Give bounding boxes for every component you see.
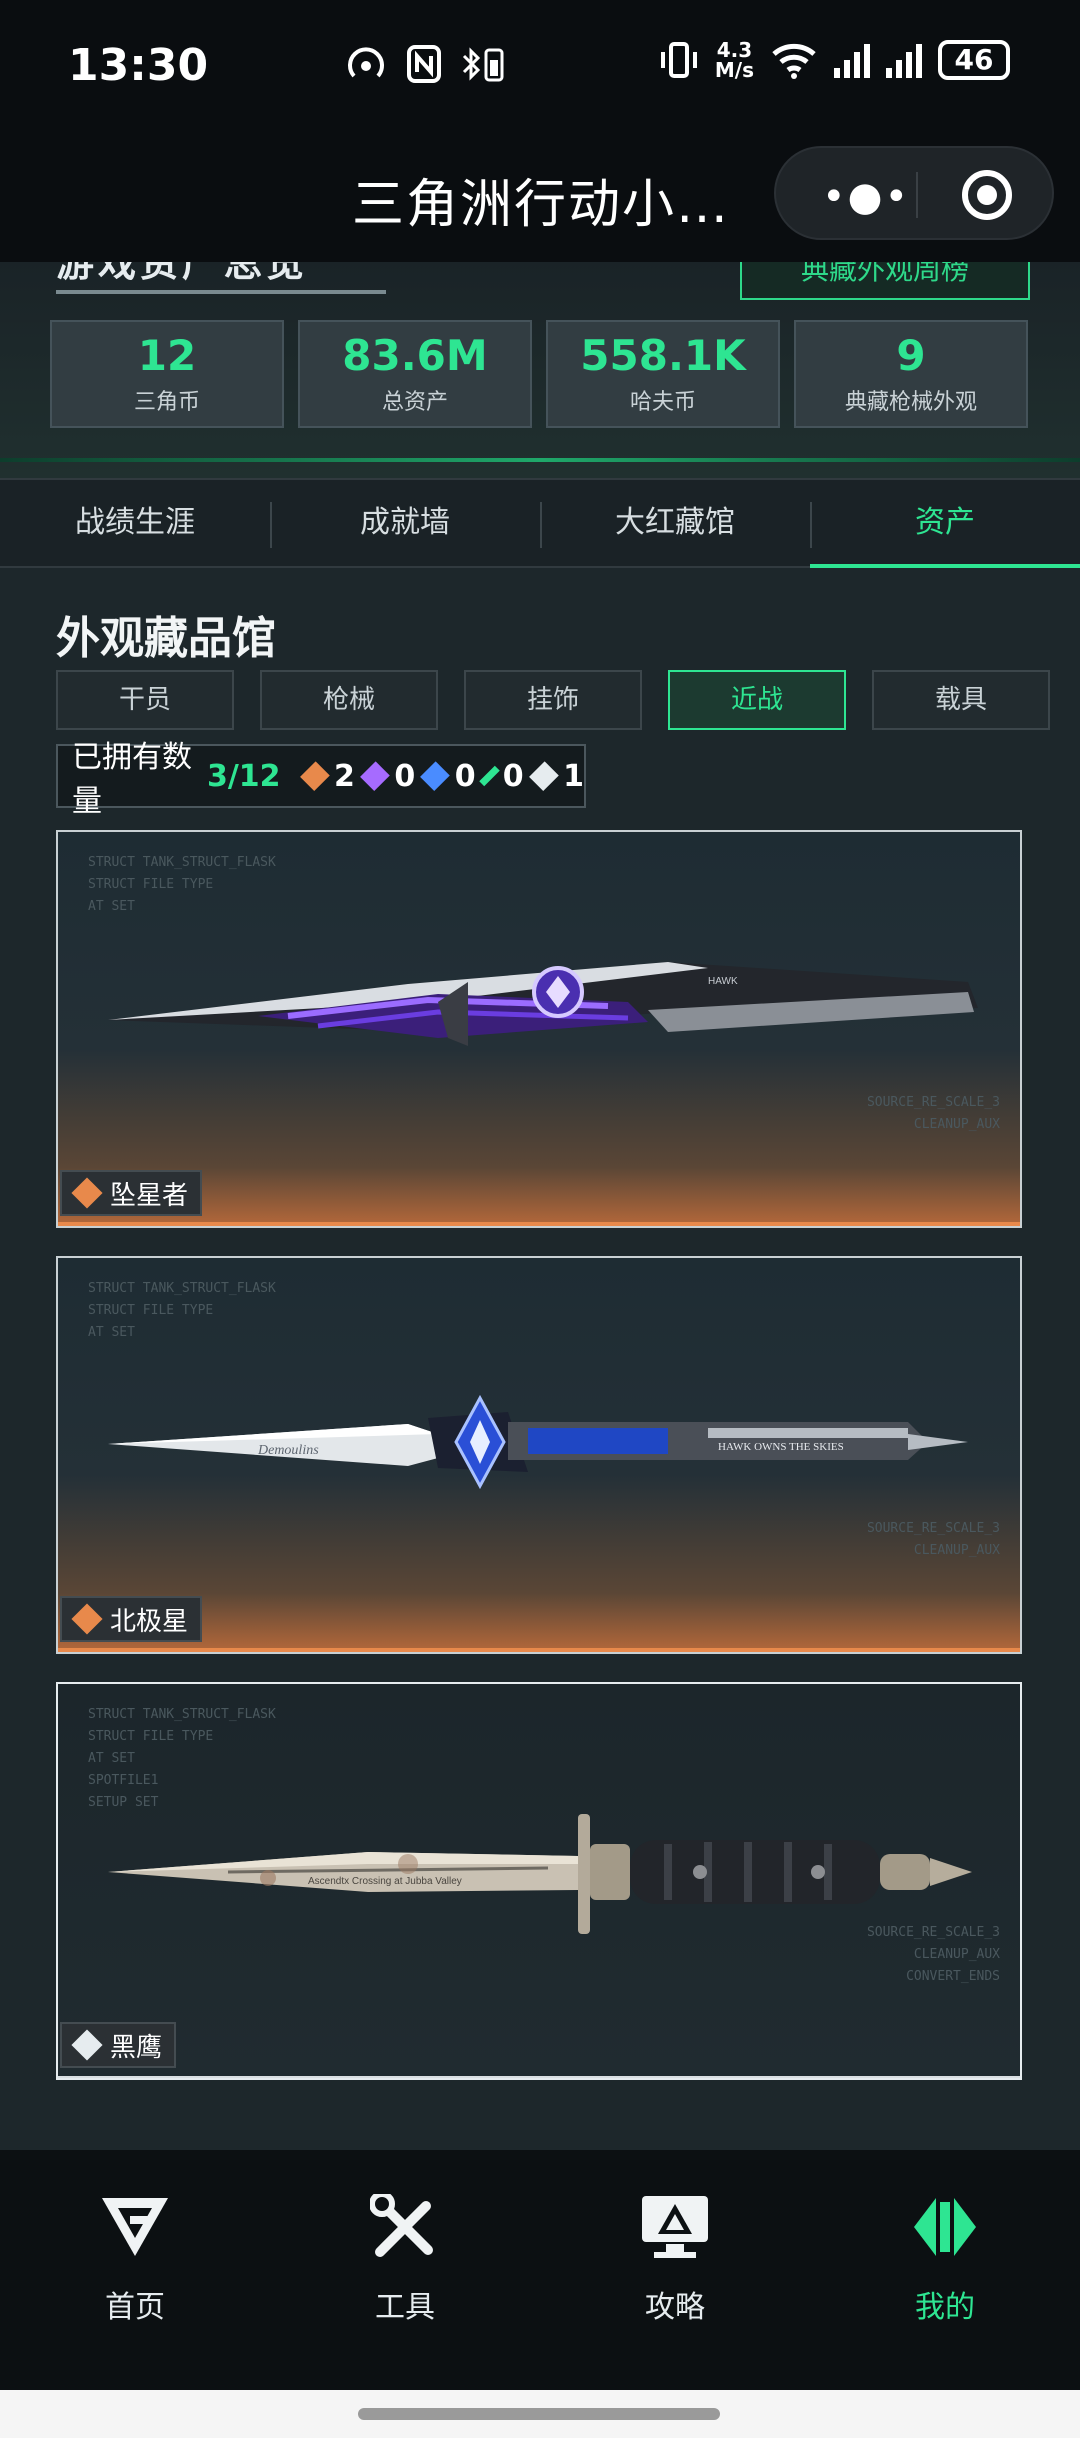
item-name-badge: 坠星者	[60, 1170, 203, 1216]
tools-icon	[369, 2191, 433, 2257]
tab-red-collection[interactable]: 大红藏馆	[540, 480, 810, 566]
status-bar: 13:30 4.3 M/s 46	[0, 0, 1080, 132]
blue-count: 0	[454, 758, 476, 794]
signal-icon-1	[834, 42, 870, 78]
profile-logo-icon	[914, 2198, 976, 2256]
subtab-vehicles[interactable]: 载具	[872, 670, 1050, 730]
starfall-knife-image: HAWK	[108, 962, 978, 1046]
hud-text-right: SOURCE_RE_SCALE_3 CLEANUP_AUX	[866, 1095, 1000, 1132]
capsule-divider	[916, 172, 918, 218]
hud-text-right: SOURCE_RE_SCALE_3 CLEANUP_AUX	[866, 1521, 1000, 1558]
home-logo-icon	[102, 2198, 168, 2256]
item-name: 黑鹰	[110, 2032, 163, 2063]
more-options-icon[interactable]: •●•	[822, 174, 910, 220]
tab-achievements[interactable]: 成就墙	[270, 480, 540, 566]
collection-card[interactable]: STRUCT TANK_STRUCT_FLASK STRUCT FILE TYPE…	[56, 830, 1022, 1228]
rarity-strip	[58, 1222, 1020, 1226]
hud-text: STRUCT TANK_STRUCT_FLASK STRUCT FILE TYPE…	[88, 1281, 276, 1340]
capsule-menu: •●•	[774, 146, 1054, 240]
green-count: 0	[502, 758, 524, 794]
overview-title: 游戏资产总览	[56, 262, 309, 285]
stat-card: 12 三角币	[50, 320, 284, 428]
purple-count: 0	[394, 758, 416, 794]
section-title: 外观藏品馆	[56, 613, 276, 664]
subtab-operators[interactable]: 干员	[56, 670, 234, 730]
blue-rarity-icon	[420, 761, 450, 791]
close-mini-program-icon[interactable]	[962, 170, 1012, 220]
hotspot-icon	[348, 47, 384, 78]
black-hawk-knife-image: Ascendtx Crossing at Jubba Valley	[108, 1814, 972, 1934]
polaris-dagger-image: HAWK OWNS THE SKIES Demoulins	[108, 1394, 968, 1490]
clock: 13:30	[68, 40, 209, 91]
battery-icon: 46	[938, 40, 1010, 80]
rarity-strip	[58, 2076, 1020, 2078]
stat-card: 558.1K 哈夫币	[546, 320, 780, 428]
signal-icon-2	[886, 42, 922, 78]
owned-label: 已拥有数量	[72, 740, 192, 819]
wifi-icon	[772, 43, 816, 79]
common-rarity-icon	[71, 2029, 103, 2061]
owned-fraction: 3/12	[206, 758, 281, 794]
collection-card[interactable]: STRUCT TANK_STRUCT_FLASK STRUCT FILE TYPE…	[56, 1256, 1022, 1654]
weekly-ranking-button[interactable]: 典藏外观周榜	[740, 262, 1030, 300]
white-rarity-icon	[528, 761, 559, 791]
nav-tools[interactable]: 工具	[270, 2150, 540, 2390]
status-icons-right: 4.3 M/s 46	[659, 40, 1010, 80]
rarity-strip	[58, 1648, 1020, 1652]
main-tabs: 战绩生涯 成就墙 大红藏馆 资产	[0, 478, 1080, 568]
item-name-badge: 北极星	[60, 1596, 203, 1642]
network-speed: 4.3 M/s	[714, 38, 754, 82]
bluetooth-icon	[462, 47, 504, 82]
hud-text: STRUCT TANK_STRUCT_FLASK STRUCT FILE TYPE…	[88, 855, 276, 914]
collection-card[interactable]: STRUCT TANK_STRUCT_FLASK STRUCT FILE TYPE…	[56, 1682, 1022, 2080]
purple-rarity-icon	[359, 761, 390, 791]
scroll-content[interactable]: 游戏资产总览 典藏外观周榜 12 三角币 83.6M 总资产 558.1K 哈夫币 9…	[0, 262, 1080, 2150]
hud-text-right: SOURCE_RE_SCALE_3 CLEANUP_AUX CONVERT_ENDS	[866, 1925, 1000, 1984]
item-name: 坠星者	[110, 1180, 189, 1211]
mini-program-title-bar: 三角洲行动小… •●•	[0, 132, 1080, 262]
orange-count: 2	[334, 758, 355, 794]
knife-engraving: Ascendtx Crossing at Jubba Valley	[308, 1876, 462, 1887]
gesture-bar	[0, 2390, 1080, 2438]
nav-profile[interactable]: 我的	[810, 2150, 1080, 2390]
knife-engraving: HAWK	[708, 976, 738, 987]
legendary-rarity-icon	[71, 1603, 103, 1635]
vibrate-icon	[660, 42, 697, 78]
subtab-charms[interactable]: 挂饰	[464, 670, 642, 730]
subtab-firearms[interactable]: 枪械	[260, 670, 438, 730]
page-title: 三角洲行动小…	[352, 175, 731, 235]
legendary-rarity-icon	[71, 1177, 103, 1209]
tab-assets[interactable]: 资产	[810, 480, 1080, 568]
bottom-navigation: 首页 工具 攻略 我的	[0, 2150, 1080, 2390]
item-name: 北极星	[110, 1606, 189, 1637]
orange-rarity-icon	[299, 761, 329, 791]
stat-card: 9 典藏枪械外观	[794, 320, 1028, 428]
ownership-summary: 已拥有数量 3/12 2 0 0 0 1	[56, 740, 586, 819]
overview-title-underline	[56, 290, 386, 294]
dagger-engraving: HAWK OWNS THE SKIES	[718, 1441, 844, 1453]
stat-card: 83.6M 总资产	[298, 320, 532, 428]
nfc-icon	[407, 45, 441, 83]
subtab-melee[interactable]: 近战	[668, 670, 846, 730]
item-name-badge: 黑鹰	[60, 2022, 177, 2068]
home-indicator[interactable]	[358, 2408, 720, 2420]
nav-guide[interactable]: 攻略	[540, 2150, 810, 2390]
status-icons-center	[344, 44, 510, 84]
accent-divider	[0, 458, 1080, 462]
category-tabs: 干员 枪械 挂饰 近战 载具	[56, 670, 1050, 730]
guide-monitor-icon	[642, 2196, 708, 2258]
stats-row: 12 三角币 83.6M 总资产 558.1K 哈夫币 9 典藏枪械外观	[50, 320, 1028, 428]
tab-career[interactable]: 战绩生涯	[0, 480, 270, 566]
green-rarity-icon	[478, 765, 500, 787]
nav-home[interactable]: 首页	[0, 2150, 270, 2390]
white-count: 1	[563, 758, 585, 794]
dagger-script: Demoulins	[257, 1443, 319, 1458]
